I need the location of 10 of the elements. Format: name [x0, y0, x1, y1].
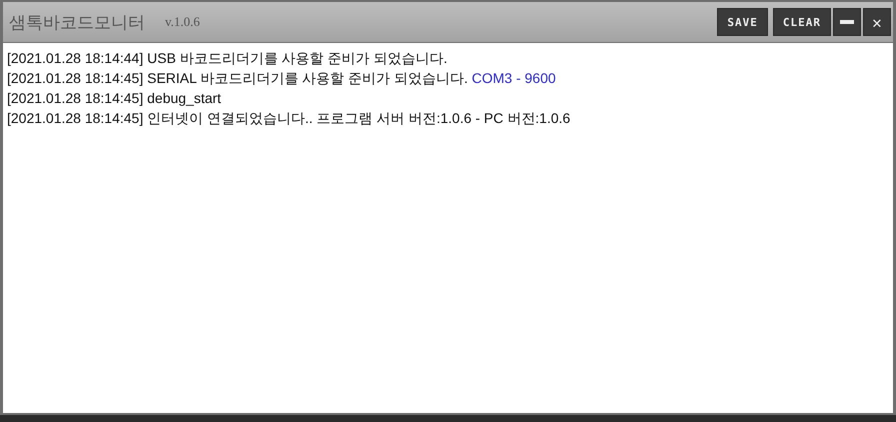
toolbar-button[interactable]: SAVE: [717, 8, 768, 36]
log-line: [2021.01.28 18:14:45] SERIAL 바코드리더기를 사용할 준비가 되었습니다. COM3 - 9600: [7, 69, 557, 88]
log-line: [2021.01.28 18:14:45] debug_start: [7, 89, 222, 108]
close-button[interactable]: ✕: [863, 8, 891, 36]
toolbar-button[interactable]: CLEAR: [772, 8, 831, 36]
log-line: [2021.01.28 18:14:44] USB 바코드리더기를 사용할 준비가 되었습니다.: [7, 49, 448, 68]
minimize-button[interactable]: [833, 8, 861, 36]
version-label: v.1.0.6: [165, 14, 200, 30]
log-line: [2021.01.28 18:14:45] 인터넷이 연결되었습니다.. 프로그램 서버 버전:1.0.6 - PC 버전:1.0.6: [7, 109, 572, 128]
window-title: 샘톡바코드모니터: [9, 12, 145, 34]
